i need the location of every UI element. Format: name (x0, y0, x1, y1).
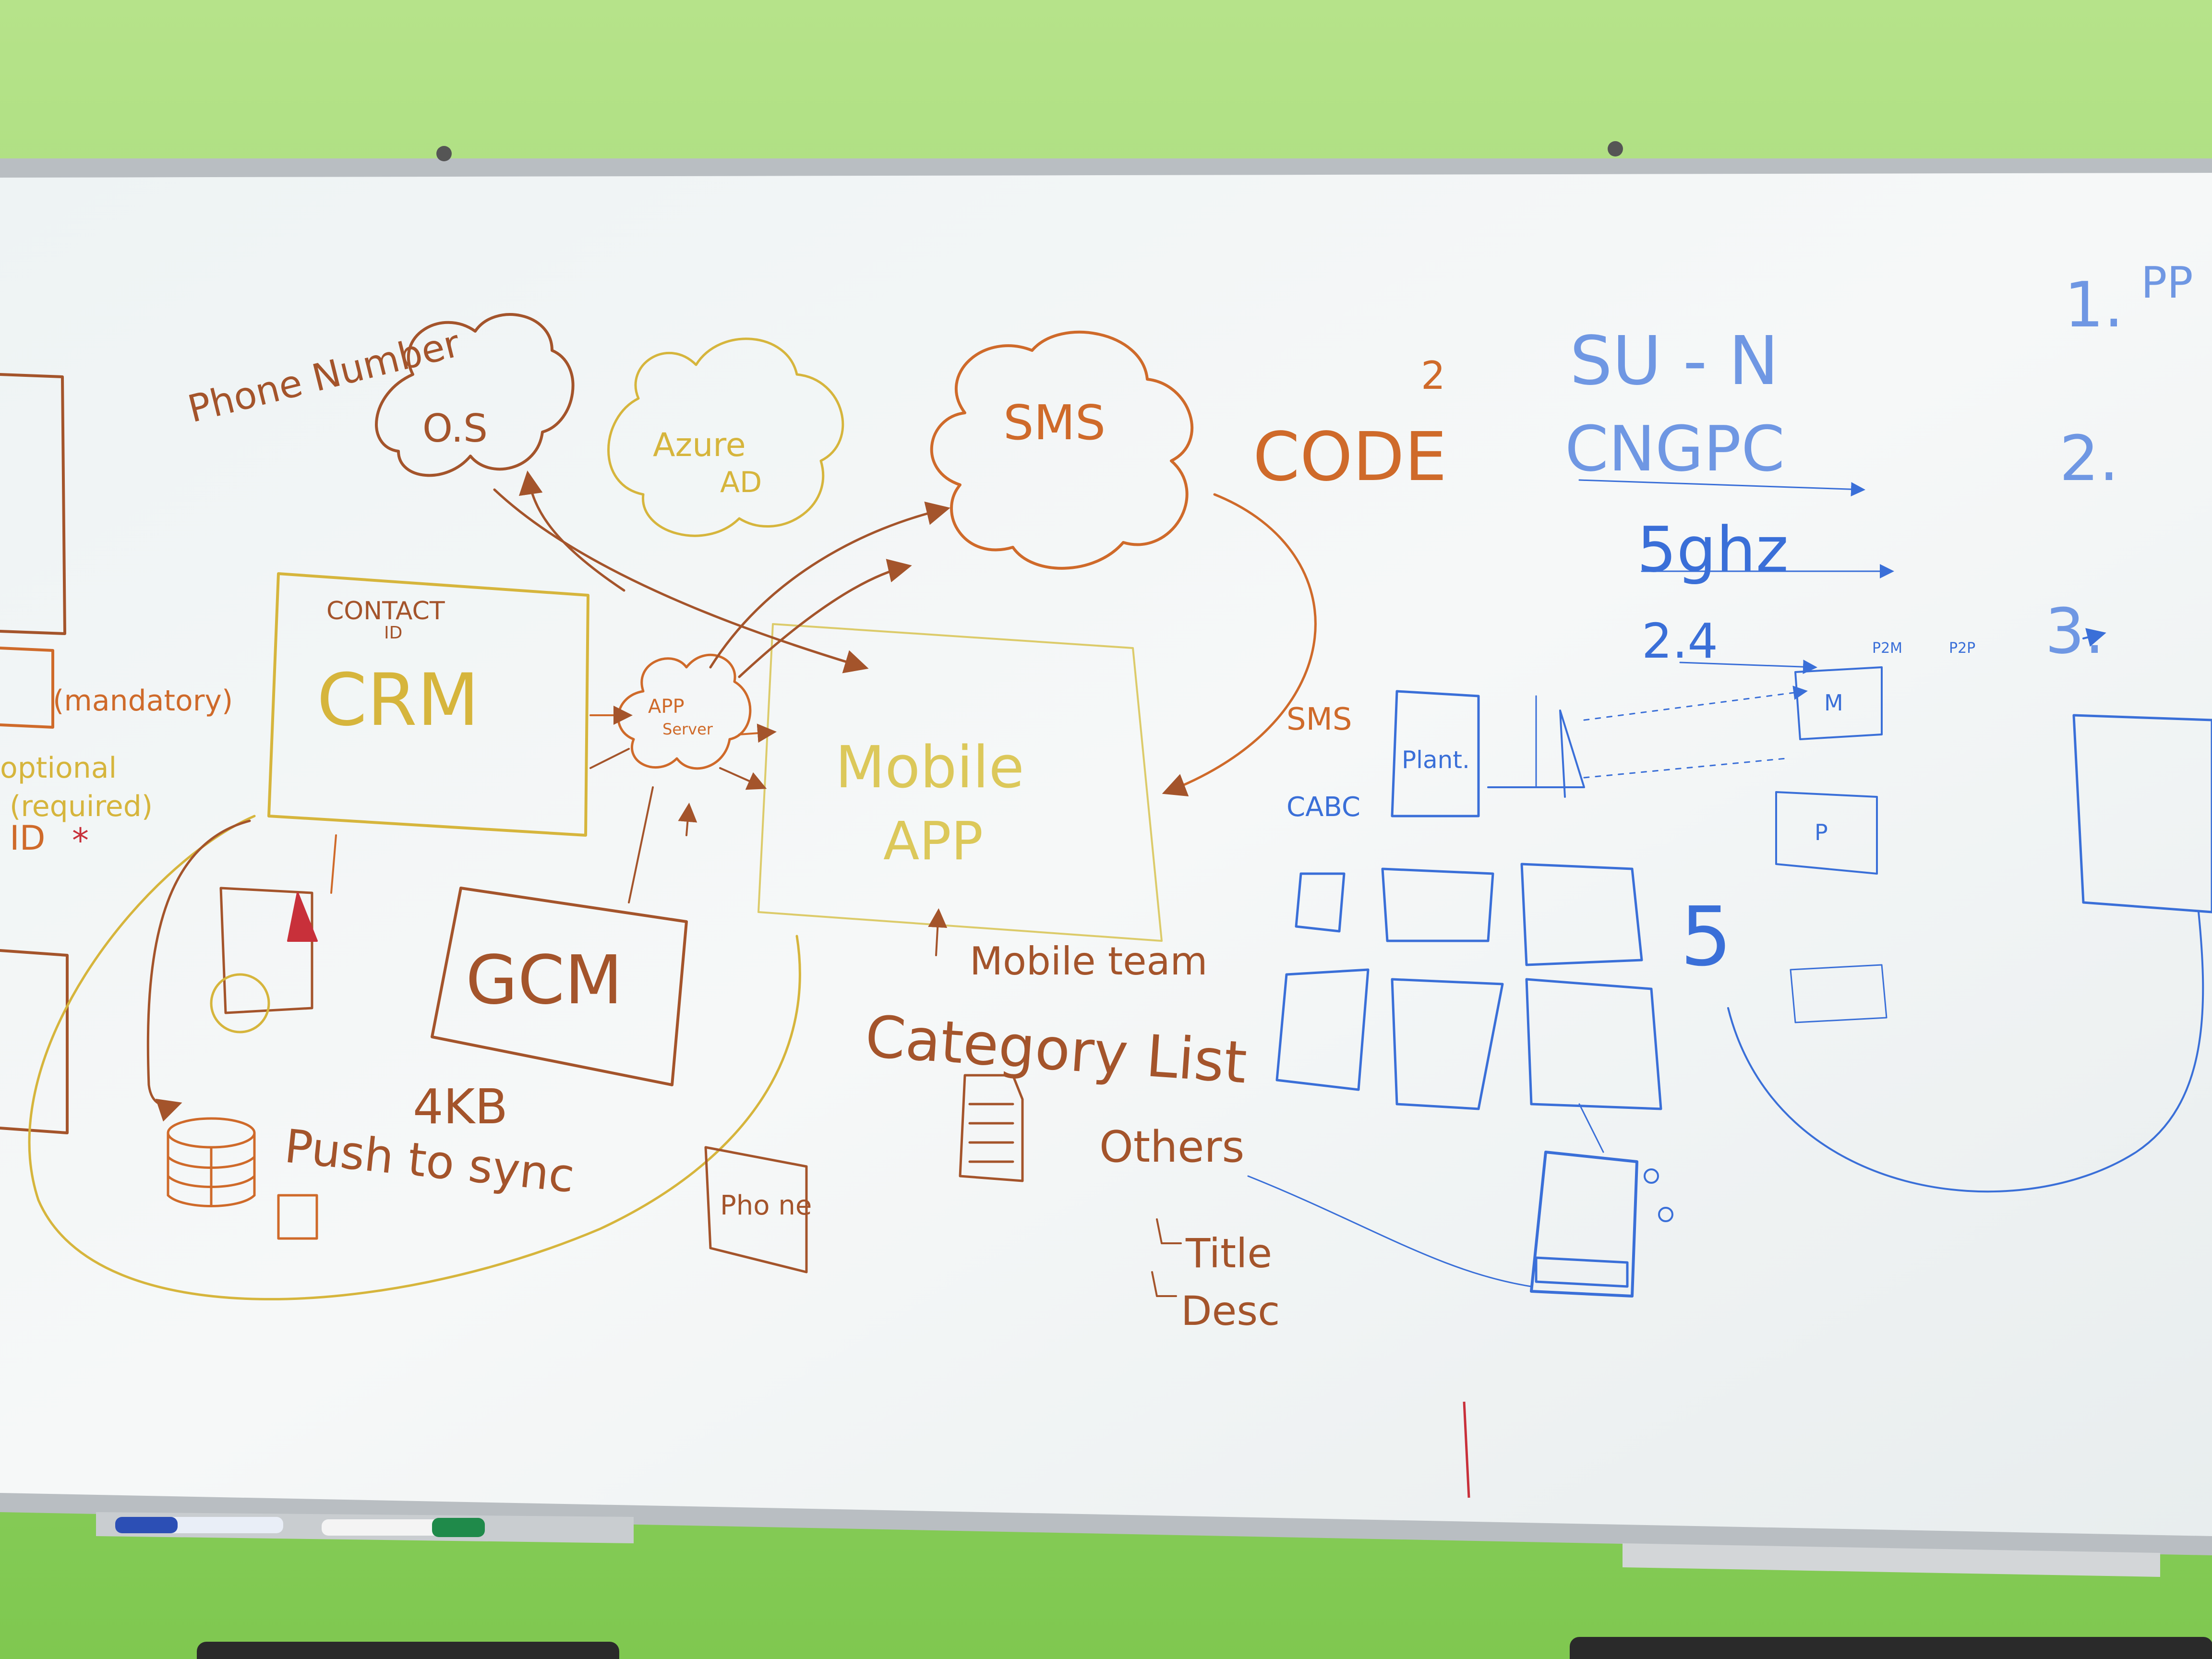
su-n-label: SU - N (1570, 322, 1779, 400)
mandatory-label: (mandatory) (53, 684, 233, 718)
app-server-label: APP (648, 696, 685, 718)
module-label: M (1824, 690, 1843, 716)
2-4-label: 2.4 (1642, 613, 1718, 669)
mount-screw (1608, 141, 1623, 156)
ad-label: AD (720, 466, 762, 499)
sub-label: P (1815, 819, 1828, 845)
five-label: 5 (1680, 890, 1732, 985)
crm-label: CRM (317, 659, 479, 742)
list-item-2: 2. (2059, 422, 2119, 495)
phone-doc-label: Pho ne (720, 1190, 812, 1221)
blue-marker-cap (115, 1517, 178, 1533)
list-item-1-text: PP (2141, 258, 2193, 308)
optional-label: optional (0, 751, 117, 785)
p2m-label: P2M (1872, 640, 1902, 657)
contact-id-label: CONTACT (326, 597, 445, 625)
mount-screw (436, 146, 452, 161)
app-label: APP (883, 810, 983, 872)
desc-label: Desc (1181, 1287, 1280, 1334)
mobile-team-label: Mobile team (970, 939, 1207, 984)
sms-cloud-label: SMS (1003, 395, 1106, 451)
others-label: Others (1099, 1122, 1244, 1172)
cabc-label: CABC (1286, 792, 1360, 823)
chair-back (1570, 1637, 2212, 1659)
code-number: 2 (1421, 353, 1445, 398)
code-label: CODE (1253, 418, 1447, 496)
p2p-label: P2P (1949, 640, 1975, 657)
app-server-sub: Server (662, 720, 713, 738)
5ghz-label: 5ghz (1637, 513, 1789, 586)
chair-back (197, 1642, 619, 1659)
list-item-1: 1. (2064, 268, 2124, 341)
4kb-label: 4KB (413, 1079, 508, 1135)
title-label: Title (1185, 1230, 1272, 1277)
azure-label: Azure (653, 426, 746, 464)
id-star-label: ID (10, 818, 46, 858)
star-mark: * (72, 821, 89, 860)
plant-label: Plant. (1402, 746, 1470, 774)
os-label: O.S (422, 406, 488, 451)
green-marker-cap (432, 1518, 485, 1537)
whiteboard-scene: Phone Number O.S Azure AD SMS CONTACT ID… (0, 0, 2212, 1659)
sms-label: SMS (1286, 702, 1352, 737)
contact-id-sub: ID (384, 623, 402, 643)
cngpc-label: CNGPC (1565, 412, 1785, 485)
gcm-label: GCM (466, 941, 623, 1020)
mobile-label: Mobile (835, 734, 1024, 801)
list-item-3: 3. (2045, 595, 2104, 668)
